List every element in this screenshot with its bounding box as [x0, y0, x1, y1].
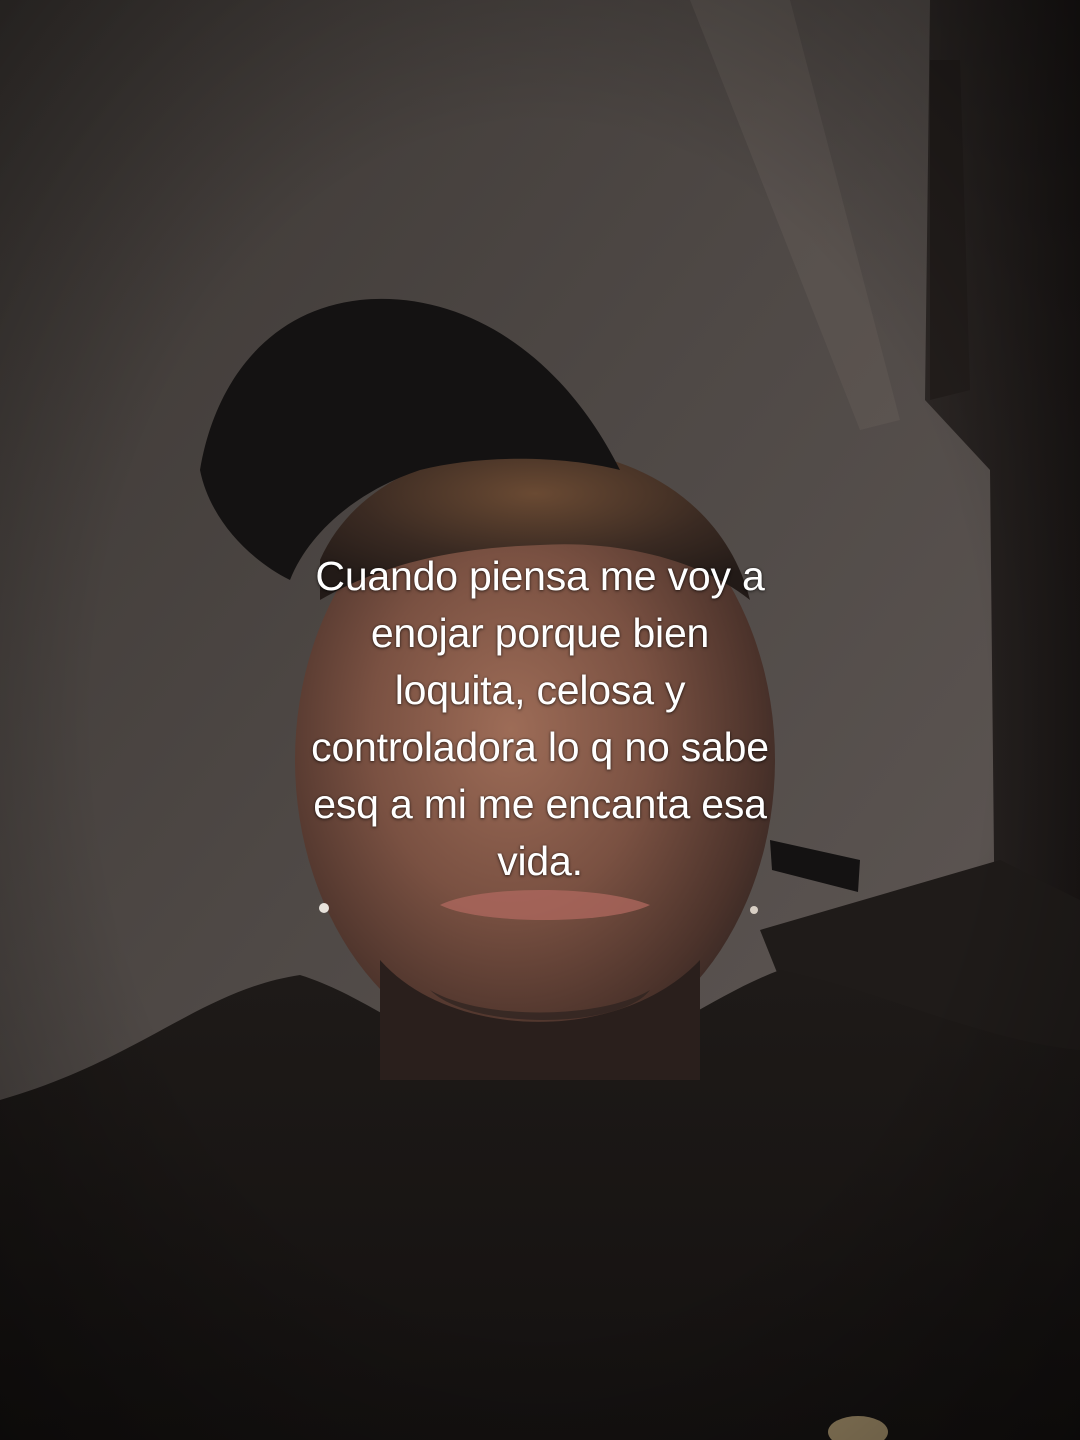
caption-overlay: Cuando piensa me voy a enojar porque bie…	[240, 548, 840, 890]
caption-line: enojar porque bien	[370, 610, 710, 656]
caption-line: loquita, celosa y	[394, 667, 686, 713]
selfie-frame: Cuando piensa me voy a enojar porque bie…	[0, 0, 1080, 1440]
caption-line: Cuando piensa me voy a	[315, 553, 765, 599]
caption-line: esq a mi me encanta esa	[313, 781, 767, 827]
caption-line: vida.	[497, 838, 583, 884]
caption-line: controladora lo q no sabe	[311, 724, 769, 770]
